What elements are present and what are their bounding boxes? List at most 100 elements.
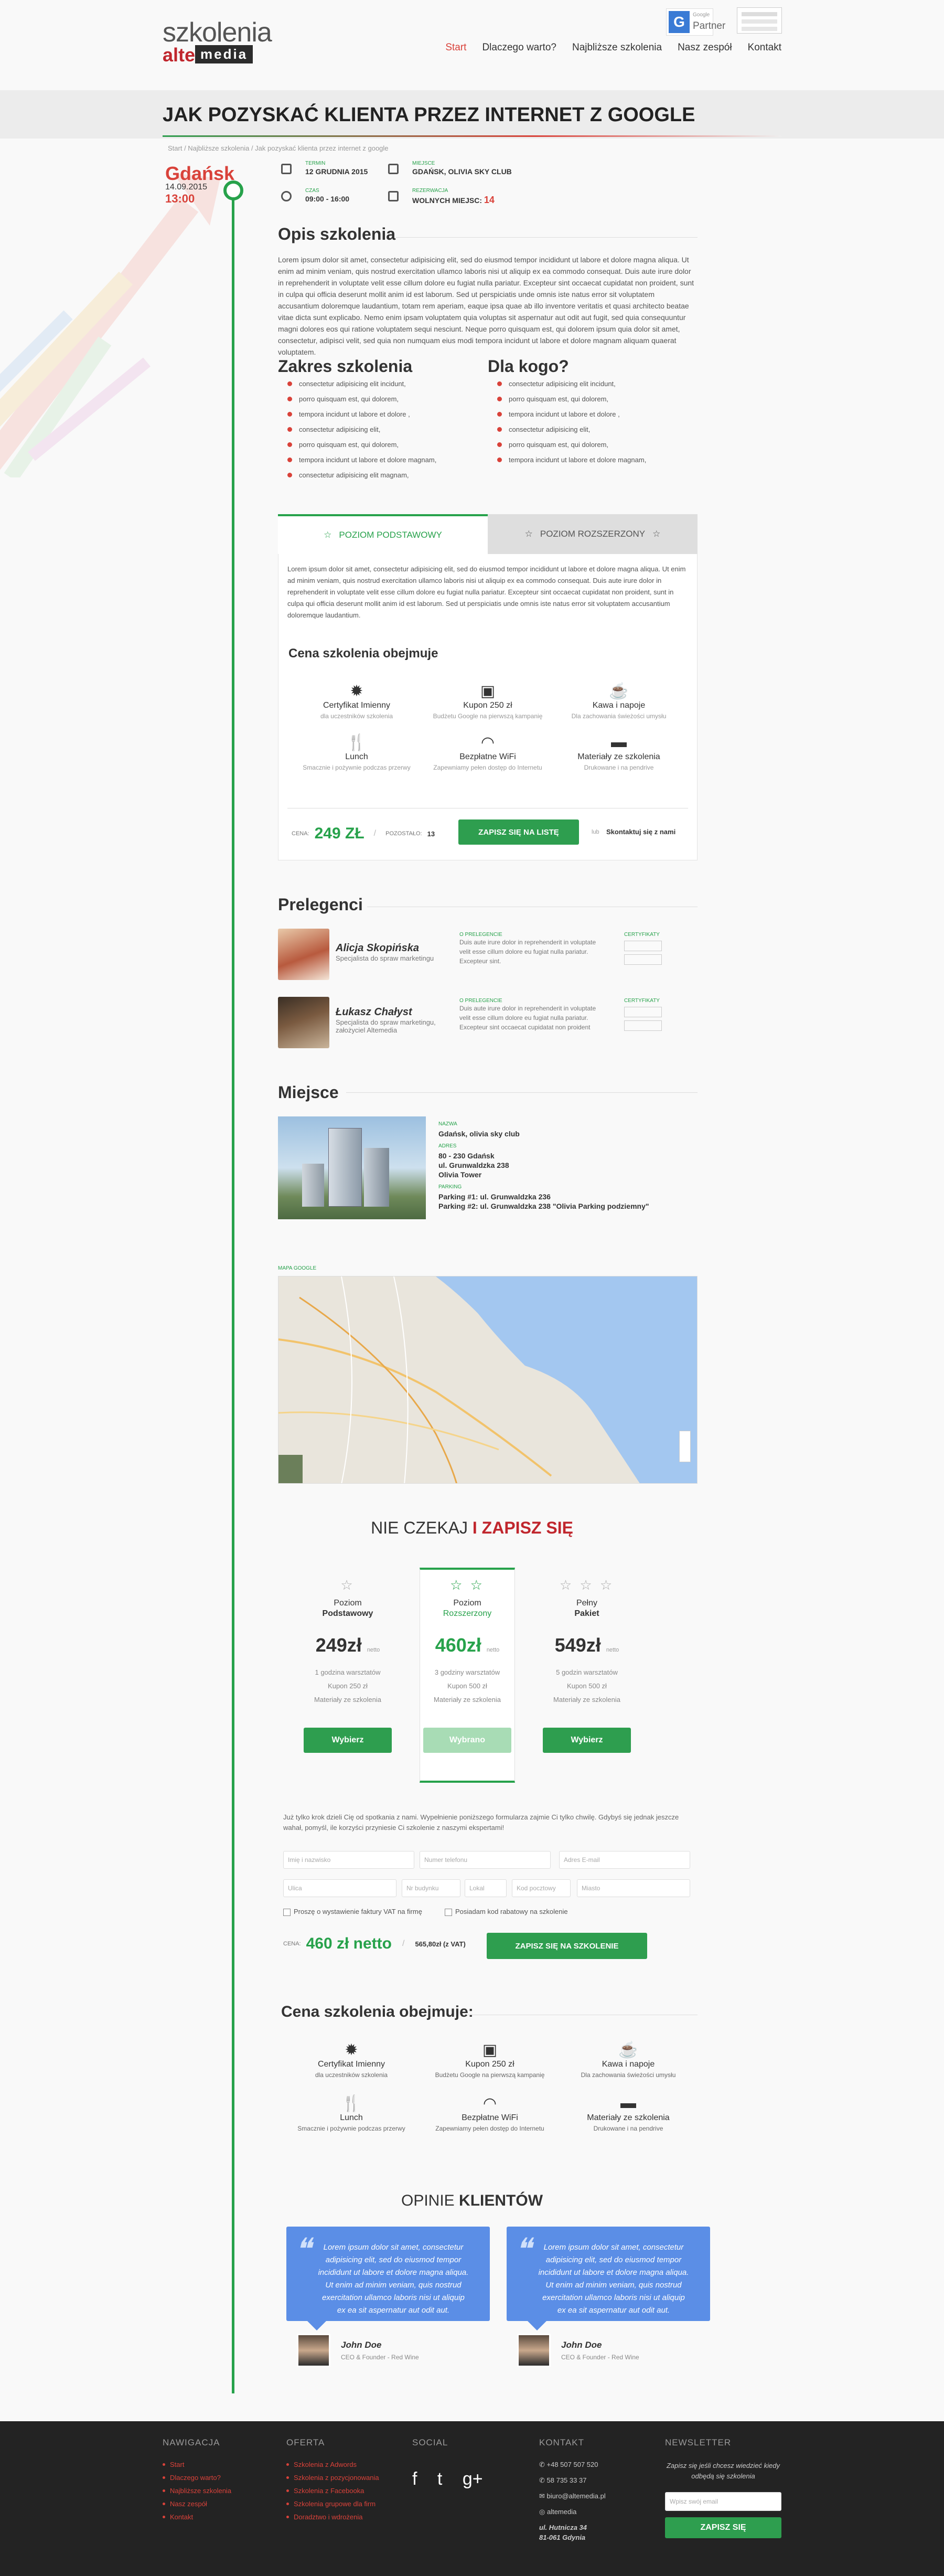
newsletter-text: Zapisz się jeśli chcesz wiedzieć kiedy o… <box>666 2462 780 2480</box>
wybierz-button[interactable]: Wybierz <box>304 1728 392 1753</box>
flat-number-input[interactable]: Lokal <box>465 1879 507 1897</box>
street-input[interactable]: Ulica <box>283 1879 396 1897</box>
feature-certyfikat: ✹ Certyfikat Imienny dla uczestników szkol… <box>291 682 422 720</box>
discount-checkbox-row[interactable]: Posiadam kod rabatowy na szkolenie <box>445 1908 568 1916</box>
vat-checkbox[interactable] <box>283 1908 291 1916</box>
google-map[interactable] <box>278 1276 698 1484</box>
footer-nav-link[interactable]: Kontakt <box>163 2513 231 2521</box>
tab-price-row: CENA: 249 ZŁ / POZOSTAŁO: 13 <box>292 825 435 842</box>
map-label: MAPA GOOGLE <box>278 1265 317 1271</box>
phone-line[interactable]: ✆ 58 735 33 37 <box>539 2476 606 2485</box>
footer-nav-link[interactable]: Najbliższe szkolenia <box>163 2487 231 2495</box>
tab-poziom-rozszerzony[interactable]: ☆ POZIOM ROZSZERZONY ☆ <box>488 514 698 554</box>
footer-nav-link[interactable]: Start <box>163 2461 231 2468</box>
plan-feature: Materiały ze szkolenia <box>434 1696 501 1704</box>
certificate-icon: ✹ <box>345 2041 358 2059</box>
wybierz-button[interactable]: Wybierz <box>543 1728 631 1753</box>
facebook-icon[interactable]: f <box>412 2469 417 2489</box>
footer-oferta-link[interactable]: Doradztwo i wdrożenia <box>286 2513 379 2521</box>
nav-najblizsze-szkolenia[interactable]: Najbliższe szkolenia <box>572 42 662 54</box>
footer-oferta-link[interactable]: Szkolenia z Adwords <box>286 2461 379 2468</box>
speaker-role: Specjalista do spraw marketingu <box>336 954 434 962</box>
opis-rule <box>396 237 698 238</box>
certificate-icon: ✹ <box>350 683 363 700</box>
email-address: biuro@altemedia.pl <box>546 2492 606 2500</box>
newsletter-submit-button[interactable]: ZAPISZ SIĘ <box>665 2517 781 2538</box>
map-zoom-control[interactable] <box>679 1431 691 1462</box>
star-icon: ☆ ☆ ☆ <box>559 1577 615 1593</box>
twitter-icon[interactable]: t <box>437 2469 442 2489</box>
footer-oferta-link[interactable]: Szkolenia grupowe dla firm <box>286 2500 379 2508</box>
feature-kupon: ▣ Kupon 250 zł Budżetu Google na pierwszą … <box>424 2041 555 2079</box>
certificate-image <box>624 1020 662 1031</box>
zakres-item: consectetur adipisicing elit incidunt, <box>287 380 476 388</box>
google-plus-icon[interactable]: g+ <box>463 2469 483 2489</box>
speaker-2-certs: CERTYFIKATY <box>624 998 662 1031</box>
logo-text-left[interactable]: alte <box>163 44 195 66</box>
skype-line[interactable]: ◎ altemedia <box>539 2508 606 2516</box>
feature-sub: Dla zachowania świeżości umysłu <box>571 712 667 720</box>
pricing-title-a: NIE CZEKAJ <box>371 1518 468 1537</box>
termin-value: 12 GRUDNIA 2015 <box>305 167 368 176</box>
google-partner-label: Partner <box>693 20 726 31</box>
info-rezerwacja: REZERWACJA WOLNYCH MIEJSC: 14 <box>412 188 495 206</box>
wifi-icon: ◠ <box>480 734 495 751</box>
footer-social-title: SOCIAL <box>412 2437 448 2447</box>
logo-text-top[interactable]: szkolenia <box>163 17 272 48</box>
map-graphic <box>278 1276 697 1483</box>
email-input[interactable]: Adres E-mail <box>559 1851 690 1869</box>
features-grid: ✹ Certyfikat Imienny dla uczestników szkol… <box>291 682 690 771</box>
feature-title: Kupon 250 zł <box>465 2060 514 2069</box>
feature-lunch: 🍴 Lunch Smacznie i pożywnie podczas przerw… <box>291 733 422 771</box>
reviewer-2: John Doe CEO & Founder - Red Wine <box>561 2340 639 2361</box>
dlakogo-item: porro quisquam est, qui dolorem, <box>497 441 696 449</box>
main-nav: Start Dlaczego warto? Najbliższe szkolen… <box>445 42 781 54</box>
feature-materialy: ▬ Materiały ze szkolenia Drukowane i na pe… <box>563 2094 694 2132</box>
wybrano-button[interactable]: Wybrano <box>423 1728 511 1753</box>
footer-oferta-link[interactable]: Szkolenia z pozycjonowania <box>286 2474 379 2482</box>
email-line[interactable]: ✉ biuro@altemedia.pl <box>539 2492 606 2500</box>
newsletter-email-input[interactable]: Wpisz swój email <box>665 2492 781 2511</box>
phone-number: 58 735 33 37 <box>546 2476 587 2484</box>
coupon-icon: ▣ <box>480 683 496 700</box>
nav-nasz-zespol[interactable]: Nasz zespół <box>678 42 732 54</box>
zapisz-na-szkolenie-button[interactable]: ZAPISZ SIĘ NA SZKOLENIE <box>487 1933 647 1959</box>
star-icon: ☆ ☆ <box>450 1577 485 1593</box>
building-number-input[interactable]: Nr budynku <box>402 1879 460 1897</box>
certificate-image <box>624 941 662 951</box>
zip-input[interactable]: Kod pocztowy <box>512 1879 571 1897</box>
pozostalo-value: 13 <box>427 829 435 838</box>
footer-nav-link[interactable]: Nasz zespół <box>163 2500 231 2508</box>
star-icon: ☆ <box>324 530 332 540</box>
footer-oferta: OFERTA Szkolenia z Adwords Szkolenia z p… <box>286 2437 379 2526</box>
skype-icon: ◎ <box>539 2508 547 2516</box>
plan-price-suffix: netto <box>486 1647 500 1653</box>
tab-poziom-podstawowy[interactable]: ☆ POZIOM PODSTAWOWY <box>278 514 488 554</box>
plan-name-2: Rozszerzony <box>443 1609 492 1618</box>
folder-icon: ▬ <box>620 2094 636 2112</box>
quote-icon: ❝ <box>515 2231 532 2267</box>
footer-nav-link[interactable]: Dlaczego warto? <box>163 2474 231 2482</box>
nav-kontakt[interactable]: Kontakt <box>748 42 781 54</box>
wifi-icon: ◠ <box>482 2095 497 2112</box>
skontaktuj-link[interactable]: Skontaktuj się z nami <box>606 828 675 836</box>
vat-checkbox-row[interactable]: Proszę o wystawienie faktury VAT na firm… <box>283 1908 422 1916</box>
phone-line[interactable]: ✆ +48 507 507 520 <box>539 2461 606 2469</box>
logo-text-right[interactable]: media <box>195 45 253 63</box>
plan-feature: Materiały ze szkolenia <box>553 1696 620 1704</box>
discount-checkbox[interactable] <box>445 1908 452 1916</box>
nav-dlaczego-warto[interactable]: Dlaczego warto? <box>482 42 556 54</box>
feature-sub: Zapewniamy pełen dostęp do Internetu <box>433 764 542 771</box>
nav-start[interactable]: Start <box>445 42 466 54</box>
zapisz-na-liste-button[interactable]: ZAPISZ SIĘ NA LISTĘ <box>458 819 579 845</box>
page-title: JAK POZYSKAĆ KLIENTA PRZEZ INTERNET Z GO… <box>163 104 695 126</box>
star-icon: ☆ <box>524 529 533 539</box>
timeline-line <box>232 190 234 2393</box>
o-prelegencie-label: O PRELEGENCIE <box>459 998 502 1004</box>
name-input[interactable]: Imię i nazwisko <box>283 1851 414 1869</box>
venue-name: Gdańsk, olivia sky club <box>438 1130 520 1138</box>
phone-input[interactable]: Numer telefonu <box>420 1851 551 1869</box>
city-input[interactable]: Miasto <box>577 1879 690 1897</box>
speaker-1: Alicja Skopińska Specjalista do spraw ma… <box>336 942 441 962</box>
footer-oferta-link[interactable]: Szkolenia z Facebooka <box>286 2487 379 2495</box>
